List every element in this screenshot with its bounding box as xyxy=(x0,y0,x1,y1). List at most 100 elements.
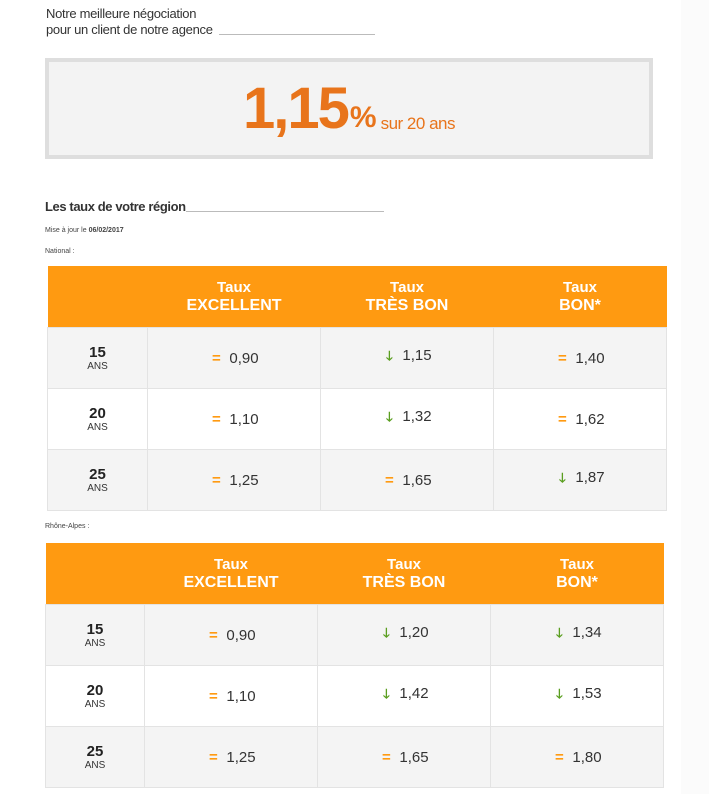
region-rates-title-text: Les taux de votre région xyxy=(45,199,186,214)
page-side-strip xyxy=(681,0,709,794)
best-rate-percent: % xyxy=(349,101,377,134)
equal-icon: = xyxy=(212,349,221,367)
rate-value: 1,87 xyxy=(575,469,605,486)
rate-value: 0,90 xyxy=(226,626,256,644)
rate-cell: = 0,90 xyxy=(144,604,318,666)
rate-cell: = 1,65 xyxy=(317,726,491,788)
rate-value: 1,34 xyxy=(572,624,602,641)
duration-cell: 15 ANS xyxy=(45,604,145,666)
table-header: Taux EXCELLENT Taux TRÈS BON Taux BON* xyxy=(45,543,664,605)
column-header: Taux TRÈS BON xyxy=(320,266,494,328)
duration-unit: ANS xyxy=(84,698,106,710)
table-body: 15 ANS = 0,90 🡓 1,15 = 1,40 20 ANS = 1,10 🡓 1,32 = 1,62… xyxy=(47,327,667,511)
rate-cell: = 1,62 xyxy=(493,388,667,450)
rate-value: 1,20 xyxy=(399,624,429,641)
header-line-2: EXCELLENT xyxy=(186,296,282,314)
table-row: 25 ANS = 1,25 = 1,65 🡓 1,87 xyxy=(47,449,667,511)
table-row: 15 ANS = 0,90 🡓 1,20 🡓 1,34 xyxy=(45,604,664,666)
rate-cell: 🡓 1,32 xyxy=(320,388,494,450)
rate-cell: 🡓 1,34 xyxy=(490,604,664,666)
rate-cell: = 1,10 xyxy=(144,665,318,727)
rate-cell: = 1,40 xyxy=(493,327,667,389)
table-row: 15 ANS = 0,90 🡓 1,15 = 1,40 xyxy=(47,327,667,389)
title-underline xyxy=(185,211,384,212)
header-line-2: TRÈS BON xyxy=(365,296,449,314)
header-row: Taux EXCELLENT Taux TRÈS BON Taux BON* xyxy=(47,266,667,328)
equal-icon: = xyxy=(558,349,567,367)
rate-value: 1,25 xyxy=(229,471,259,489)
table-row: 25 ANS = 1,25 = 1,65 = 1,80 xyxy=(45,726,664,788)
table-row: 20 ANS = 1,10 🡓 1,42 🡓 1,53 xyxy=(45,665,664,727)
best-rate-box: 1,15 % sur 20 ans xyxy=(45,58,653,159)
column-header: Taux TRÈS BON xyxy=(317,543,491,605)
best-negotiation-heading: Notre meilleure négociation pour un clie… xyxy=(46,6,375,38)
rate-value: 1,10 xyxy=(229,410,259,428)
equal-icon: = xyxy=(385,471,394,489)
down-arrow-icon: 🡓 xyxy=(556,625,563,640)
rate-cell: = 1,25 xyxy=(147,449,321,511)
column-header: Taux EXCELLENT xyxy=(147,266,321,328)
duration-years: 20 xyxy=(86,681,104,699)
header-line-1: Taux xyxy=(560,555,594,573)
rate-value: 1,80 xyxy=(572,748,602,766)
duration-years: 20 xyxy=(89,404,106,422)
duration-unit: ANS xyxy=(87,421,108,433)
header-line-2: EXCELLENT xyxy=(183,573,279,591)
rate-value: 1,65 xyxy=(402,471,432,489)
rate-value: 1,53 xyxy=(572,685,602,702)
rate-value: 0,90 xyxy=(229,349,259,367)
update-date: 06/02/2017 xyxy=(88,227,124,234)
region-label: Rhône-Alpes : xyxy=(45,523,90,530)
rate-cell: = 1,65 xyxy=(320,449,494,511)
region-label: National : xyxy=(45,248,75,255)
header-line-2: BON* xyxy=(559,296,601,314)
header-line-1: Taux xyxy=(563,278,597,296)
duration-unit: ANS xyxy=(87,360,108,372)
duration-years: 15 xyxy=(86,620,104,638)
rate-value: 1,62 xyxy=(575,410,605,428)
duration-cell: 25 ANS xyxy=(47,449,148,511)
rate-cell: 🡓 1,15 xyxy=(320,327,494,389)
header-line-1: Taux xyxy=(390,278,424,296)
equal-icon: = xyxy=(212,410,221,428)
header-line-1: Taux xyxy=(387,555,421,573)
equal-icon: = xyxy=(209,748,218,766)
best-rate-value: 1,15 xyxy=(243,76,350,141)
duration-cell: 25 ANS xyxy=(45,726,145,788)
duration-cell: 15 ANS xyxy=(47,327,148,389)
down-arrow-icon: 🡓 xyxy=(383,686,390,701)
region-rates-title: Les taux de votre région xyxy=(45,199,384,214)
column-header: Taux EXCELLENT xyxy=(144,543,318,605)
duration-unit: ANS xyxy=(84,637,106,649)
equal-icon: = xyxy=(209,687,218,705)
down-arrow-icon: 🡓 xyxy=(559,470,566,485)
duration-cell: 20 ANS xyxy=(45,665,145,727)
rate-value: 1,42 xyxy=(399,685,429,702)
header-row: Taux EXCELLENT Taux TRÈS BON Taux BON* xyxy=(45,543,664,605)
intro-line-1: Notre meilleure négociation xyxy=(46,6,197,21)
duration-years: 25 xyxy=(86,742,104,760)
equal-icon: = xyxy=(558,410,567,428)
header-line-1: Taux xyxy=(214,555,248,573)
duration-years: 25 xyxy=(89,465,106,483)
table-header: Taux EXCELLENT Taux TRÈS BON Taux BON* xyxy=(47,266,667,328)
rate-value: 1,15 xyxy=(402,347,432,364)
rate-value: 1,40 xyxy=(575,349,605,367)
table-row: 20 ANS = 1,10 🡓 1,32 = 1,62 xyxy=(47,388,667,450)
rate-cell: = 1,10 xyxy=(147,388,321,450)
rate-cell: 🡓 1,42 xyxy=(317,665,491,727)
down-arrow-icon: 🡓 xyxy=(386,348,393,363)
rate-cell: = 1,80 xyxy=(490,726,664,788)
duration-cell: 20 ANS xyxy=(47,388,148,450)
rate-cell: 🡓 1,20 xyxy=(317,604,491,666)
rate-value: 1,32 xyxy=(402,408,432,425)
update-date-line: Mise à jour le 06/02/2017 xyxy=(45,227,124,234)
column-header: Taux BON* xyxy=(490,543,664,605)
equal-icon: = xyxy=(555,748,564,766)
column-header: Taux BON* xyxy=(493,266,667,328)
rates-table: Taux EXCELLENT Taux TRÈS BON Taux BON* 15 ANS = 0… xyxy=(47,266,667,511)
down-arrow-icon: 🡓 xyxy=(386,409,393,424)
equal-icon: = xyxy=(382,748,391,766)
equal-icon: = xyxy=(212,471,221,489)
rate-cell: = 1,25 xyxy=(144,726,318,788)
